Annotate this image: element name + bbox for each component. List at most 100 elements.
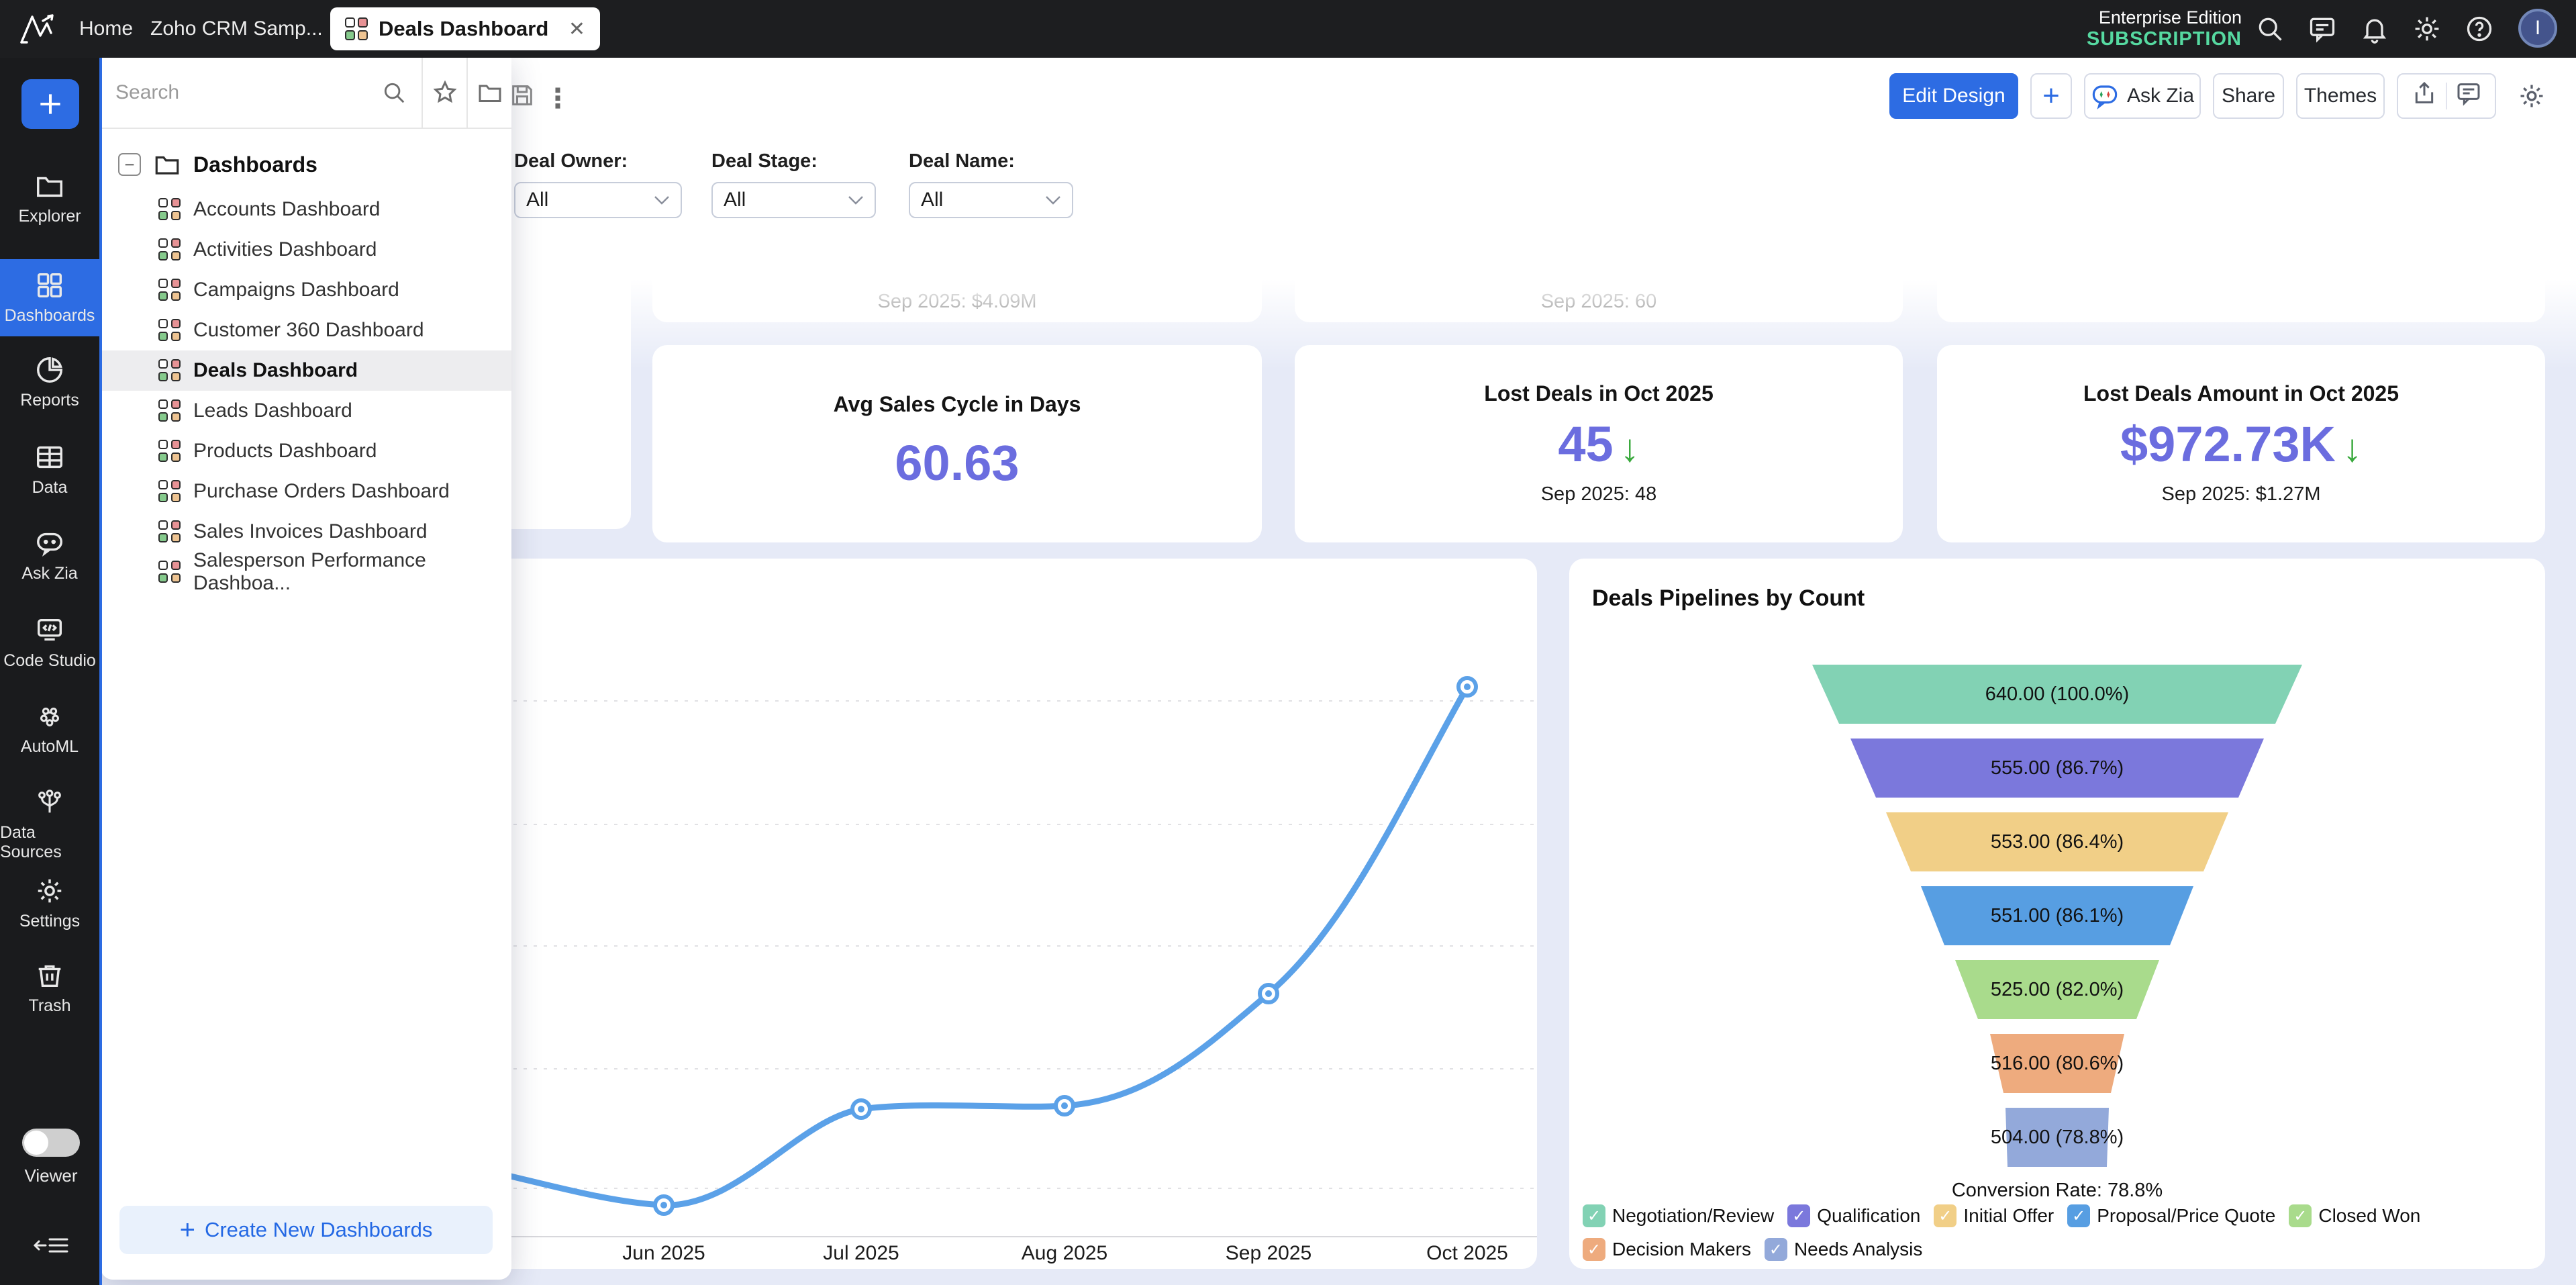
tab-deals-dashboard[interactable]: Deals Dashboard ✕	[330, 7, 600, 50]
legend-checkbox-icon[interactable]: ✓	[1583, 1238, 1605, 1261]
legend-item[interactable]: ✓ Qualification	[1787, 1204, 1920, 1227]
kpi-card-lost-deals[interactable]: Lost Deals in Oct 2025 45↓ Sep 2025: 48	[1295, 345, 1903, 542]
share-button[interactable]: Share	[2213, 73, 2284, 119]
chevron-down-icon	[848, 195, 864, 205]
folder-dashboards[interactable]: − Dashboards	[118, 150, 317, 179]
kpi-title: Lost Deals Amount in Oct 2025	[1937, 381, 2545, 406]
sidebar-item-dashboards[interactable]: Dashboards	[0, 259, 99, 336]
legend-checkbox-icon[interactable]: ✓	[1765, 1238, 1787, 1261]
legend-label: Needs Analysis	[1794, 1239, 1922, 1260]
legend-checkbox-icon[interactable]: ✓	[1583, 1204, 1605, 1227]
sidebar-item-data-sources[interactable]: Data Sources	[0, 787, 99, 862]
legend-checkbox-icon[interactable]: ✓	[2289, 1204, 2312, 1227]
legend-item[interactable]: ✓ Proposal/Price Quote	[2067, 1204, 2275, 1227]
themes-button[interactable]: Themes	[2296, 73, 2385, 119]
dashboard-list-item[interactable]: Deals Dashboard	[101, 350, 511, 391]
dashboard-list-item[interactable]: Activities Dashboard	[101, 230, 511, 270]
legend-checkbox-icon[interactable]: ✓	[1934, 1204, 1956, 1227]
edition-name: Enterprise Edition	[2099, 7, 2242, 28]
funnel-segment[interactable]: 555.00 (86.7%)	[1569, 739, 2545, 798]
sidebar-item-settings[interactable]: Settings	[0, 875, 99, 931]
toggle-knob	[24, 1131, 48, 1155]
collapse-sidebar-icon[interactable]	[34, 1234, 68, 1257]
notifications-bell-icon[interactable]	[2360, 14, 2389, 44]
sidebar-create-button[interactable]	[21, 79, 79, 129]
search-icon	[381, 80, 407, 105]
home-link[interactable]: Home	[79, 0, 133, 58]
workspace-switcher[interactable]: Zoho CRM Samp...	[150, 0, 348, 58]
plus-icon: +	[2042, 79, 2060, 113]
legend-checkbox-icon[interactable]: ✓	[2067, 1204, 2090, 1227]
funnel-segment[interactable]: 525.00 (82.0%)	[1569, 960, 2545, 1019]
legend-item[interactable]: ✓ Needs Analysis	[1765, 1238, 1922, 1261]
settings-gear-icon[interactable]	[2412, 14, 2442, 44]
dashboard-list-item[interactable]: Products Dashboard	[101, 431, 511, 471]
legend-item[interactable]: ✓ Initial Offer	[1934, 1204, 2054, 1227]
zia-chat-icon	[34, 528, 65, 559]
folder-view-icon[interactable]	[466, 58, 511, 128]
deal-stage-select[interactable]: All	[711, 182, 876, 218]
sidebar-item-data[interactable]: Data	[0, 442, 99, 497]
dashboard-list-item[interactable]: Salesperson Performance Dashboa...	[101, 552, 511, 592]
add-widget-button[interactable]: +	[2030, 73, 2072, 119]
collapse-minus-icon[interactable]: −	[118, 153, 141, 176]
dashboard-settings-icon[interactable]	[2508, 73, 2555, 119]
funnel-segment[interactable]: 516.00 (80.6%)	[1569, 1034, 2545, 1093]
sidebar-item-reports[interactable]: Reports	[0, 354, 99, 410]
save-icon[interactable]	[509, 82, 536, 112]
search-box[interactable]	[101, 58, 422, 128]
dashboard-list-item[interactable]: Leads Dashboard	[101, 391, 511, 431]
favorites-star-icon[interactable]	[422, 58, 466, 128]
edit-design-button[interactable]: Edit Design	[1889, 73, 2018, 119]
filter-deal-owner: Deal Owner: All	[514, 150, 682, 218]
viewer-toggle[interactable]	[22, 1129, 80, 1157]
export-icon[interactable]	[2411, 80, 2438, 112]
legend-item[interactable]: ✓ Closed Won	[2289, 1204, 2420, 1227]
funnel-chart-card[interactable]: Deals Pipelines by Count 640.00 (100.0%)…	[1569, 559, 2545, 1269]
filter-deal-stage: Deal Stage: All	[711, 150, 876, 218]
user-avatar[interactable]: I	[2518, 9, 2557, 48]
deal-owner-select[interactable]: All	[514, 182, 682, 218]
zoho-analytics-logo-icon[interactable]	[17, 0, 59, 58]
dashboard-list-item[interactable]: Campaigns Dashboard	[101, 270, 511, 310]
help-icon[interactable]	[2465, 14, 2494, 44]
sidebar-item-explorer[interactable]: Explorer	[0, 171, 99, 226]
search-input[interactable]	[115, 81, 375, 104]
kpi-sub: Sep 2025: $4.09M	[652, 291, 1262, 313]
more-options-kebab-icon[interactable]: ⋮	[544, 83, 571, 114]
funnel-segment[interactable]: 553.00 (86.4%)	[1569, 812, 2545, 871]
kpi-card-avg-sales-cycle[interactable]: Avg Sales Cycle in Days 60.63	[652, 345, 1262, 542]
legend-item[interactable]: ✓ Negotiation/Review	[1583, 1204, 1774, 1227]
create-new-dashboards-button[interactable]: + Create New Dashboards	[119, 1206, 493, 1254]
kpi-card-avg-deal[interactable]: $36.91K	[1937, 148, 2545, 322]
dashboard-list-item[interactable]: Accounts Dashboard	[101, 189, 511, 230]
funnel-segment[interactable]: 640.00 (100.0%)	[1569, 665, 2545, 724]
kpi-card-lost-deals-amount[interactable]: Lost Deals Amount in Oct 2025 $972.73K↓ …	[1937, 345, 2545, 542]
kpi-sub: Sep 2025: 60	[1295, 291, 1903, 313]
sidebar-item-trash[interactable]: Trash	[0, 960, 99, 1016]
feedback-icon[interactable]	[2308, 14, 2337, 44]
deal-name-select[interactable]: All	[909, 182, 1073, 218]
trend-up-icon: ↑	[1034, 226, 1053, 269]
dashboard-list-item[interactable]: Purchase Orders Dashboard	[101, 471, 511, 512]
kpi-card-deals-count[interactable]: 66↑ Sep 2025: 60	[1295, 148, 1903, 322]
sidebar-item-automl[interactable]: AutoML	[0, 701, 99, 757]
dashboard-list-item[interactable]: Customer 360 Dashboard	[101, 310, 511, 350]
dashboard-icon	[158, 359, 181, 382]
filter-label: Deal Stage:	[711, 150, 876, 173]
sidebar-item-ask-zia[interactable]: Ask Zia	[0, 528, 99, 583]
tab-close-icon[interactable]: ✕	[568, 17, 585, 41]
legend-item[interactable]: ✓ Decision Makers	[1583, 1238, 1751, 1261]
viewer-label: Viewer	[0, 1165, 102, 1186]
funnel-segment[interactable]: 504.00 (78.8%)	[1569, 1108, 2545, 1167]
svg-text:Oct 2025: Oct 2025	[1426, 1242, 1508, 1264]
legend-checkbox-icon[interactable]: ✓	[1787, 1204, 1810, 1227]
search-icon[interactable]	[2255, 14, 2285, 44]
ask-zia-button[interactable]: Ask Zia	[2084, 73, 2201, 119]
sidebar-item-code-studio[interactable]: Code Studio	[0, 615, 99, 671]
comments-icon[interactable]	[2455, 80, 2482, 112]
funnel-segment[interactable]: 551.00 (86.1%)	[1569, 886, 2545, 945]
select-value: All	[724, 189, 746, 211]
dashboard-list-item[interactable]: Sales Invoices Dashboard	[101, 512, 511, 552]
trend-down-icon: ↓	[2342, 426, 2362, 470]
